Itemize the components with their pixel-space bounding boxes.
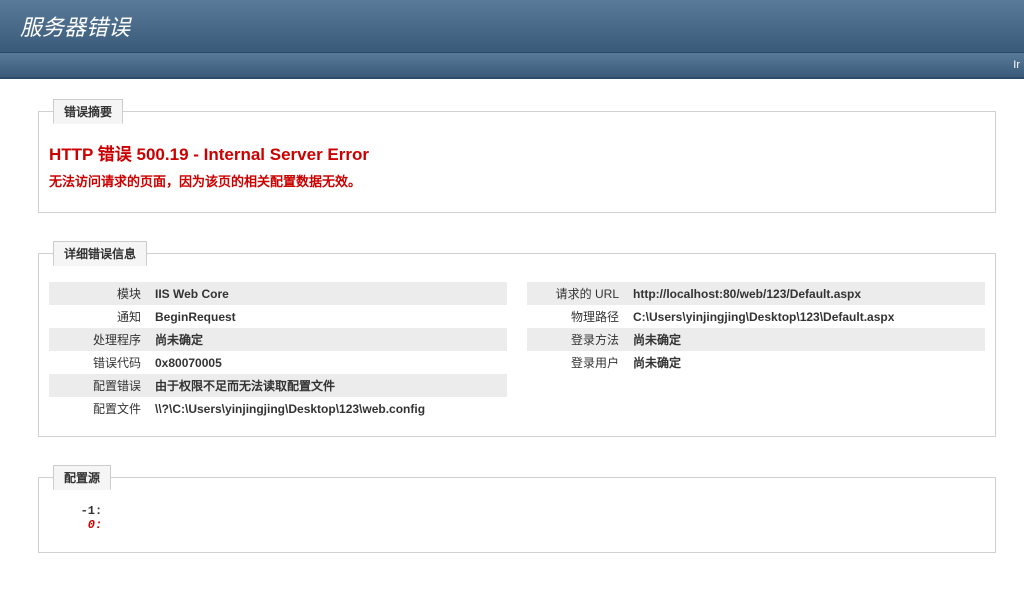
config-source-legend: 配置源 [53, 465, 111, 490]
logonuser-value: 尚未确定 [627, 351, 985, 374]
header-subbar: Ir [0, 53, 1024, 79]
error-details-legend: 详细错误信息 [53, 241, 147, 266]
details-right-col: 请求的 URL http://localhost:80/web/123/Defa… [527, 276, 985, 420]
notification-label: 通知 [49, 305, 149, 328]
config-source-box: 配置源 -1: 0: [38, 465, 996, 553]
requrl-label: 请求的 URL [527, 282, 627, 305]
configerror-label: 配置错误 [49, 374, 149, 397]
page-title: 服务器错误 [20, 10, 1004, 42]
errorcode-value: 0x80070005 [149, 351, 507, 374]
table-row: 模块 IIS Web Core [49, 282, 507, 305]
errorcode-label: 错误代码 [49, 351, 149, 374]
table-row: 配置文件 \\?\C:\Users\yinjingjing\Desktop\12… [49, 397, 507, 420]
table-row: 登录方法 尚未确定 [527, 328, 985, 351]
table-row: 错误代码 0x80070005 [49, 351, 507, 374]
details-left-table: 模块 IIS Web Core 通知 BeginRequest 处理程序 尚未确… [49, 282, 507, 420]
table-row: 登录用户 尚未确定 [527, 351, 985, 374]
details-left-col: 模块 IIS Web Core 通知 BeginRequest 处理程序 尚未确… [49, 276, 507, 420]
notification-value: BeginRequest [149, 305, 507, 328]
physpath-value: C:\Users\yinjingjing\Desktop\123\Default… [627, 305, 985, 328]
requrl-value: http://localhost:80/web/123/Default.aspx [627, 282, 985, 305]
handler-value: 尚未确定 [149, 328, 507, 351]
configfile-label: 配置文件 [49, 397, 149, 420]
configerror-value: 由于权限不足而无法读取配置文件 [149, 374, 507, 397]
handler-label: 处理程序 [49, 328, 149, 351]
error-title: HTTP 错误 500.19 - Internal Server Error [49, 134, 985, 171]
table-row: 请求的 URL http://localhost:80/web/123/Defa… [527, 282, 985, 305]
content-area: 错误摘要 HTTP 错误 500.19 - Internal Server Er… [0, 79, 1024, 591]
table-row: 处理程序 尚未确定 [49, 328, 507, 351]
header-bar-right: Ir [1013, 59, 1020, 71]
module-value: IIS Web Core [149, 282, 507, 305]
table-row: 配置错误 由于权限不足而无法读取配置文件 [49, 374, 507, 397]
logonuser-label: 登录用户 [527, 351, 627, 374]
module-label: 模块 [49, 282, 149, 305]
error-summary-legend: 错误摘要 [53, 99, 123, 124]
logon-label: 登录方法 [527, 328, 627, 351]
logon-value: 尚未确定 [627, 328, 985, 351]
config-line-0: 0: [59, 518, 109, 532]
details-right-table: 请求的 URL http://localhost:80/web/123/Defa… [527, 282, 985, 374]
table-row: 通知 BeginRequest [49, 305, 507, 328]
page-header: 服务器错误 [0, 0, 1024, 53]
error-summary-box: 错误摘要 HTTP 错误 500.19 - Internal Server Er… [38, 99, 996, 213]
error-details-box: 详细错误信息 模块 IIS Web Core 通知 BeginRequest 处… [38, 241, 996, 437]
configfile-value: \\?\C:\Users\yinjingjing\Desktop\123\web… [149, 397, 507, 420]
config-source-content: -1: 0: [49, 500, 985, 536]
error-subtitle: 无法访问请求的页面，因为该页的相关配置数据无效。 [49, 171, 985, 196]
table-row: 物理路径 C:\Users\yinjingjing\Desktop\123\De… [527, 305, 985, 328]
physpath-label: 物理路径 [527, 305, 627, 328]
